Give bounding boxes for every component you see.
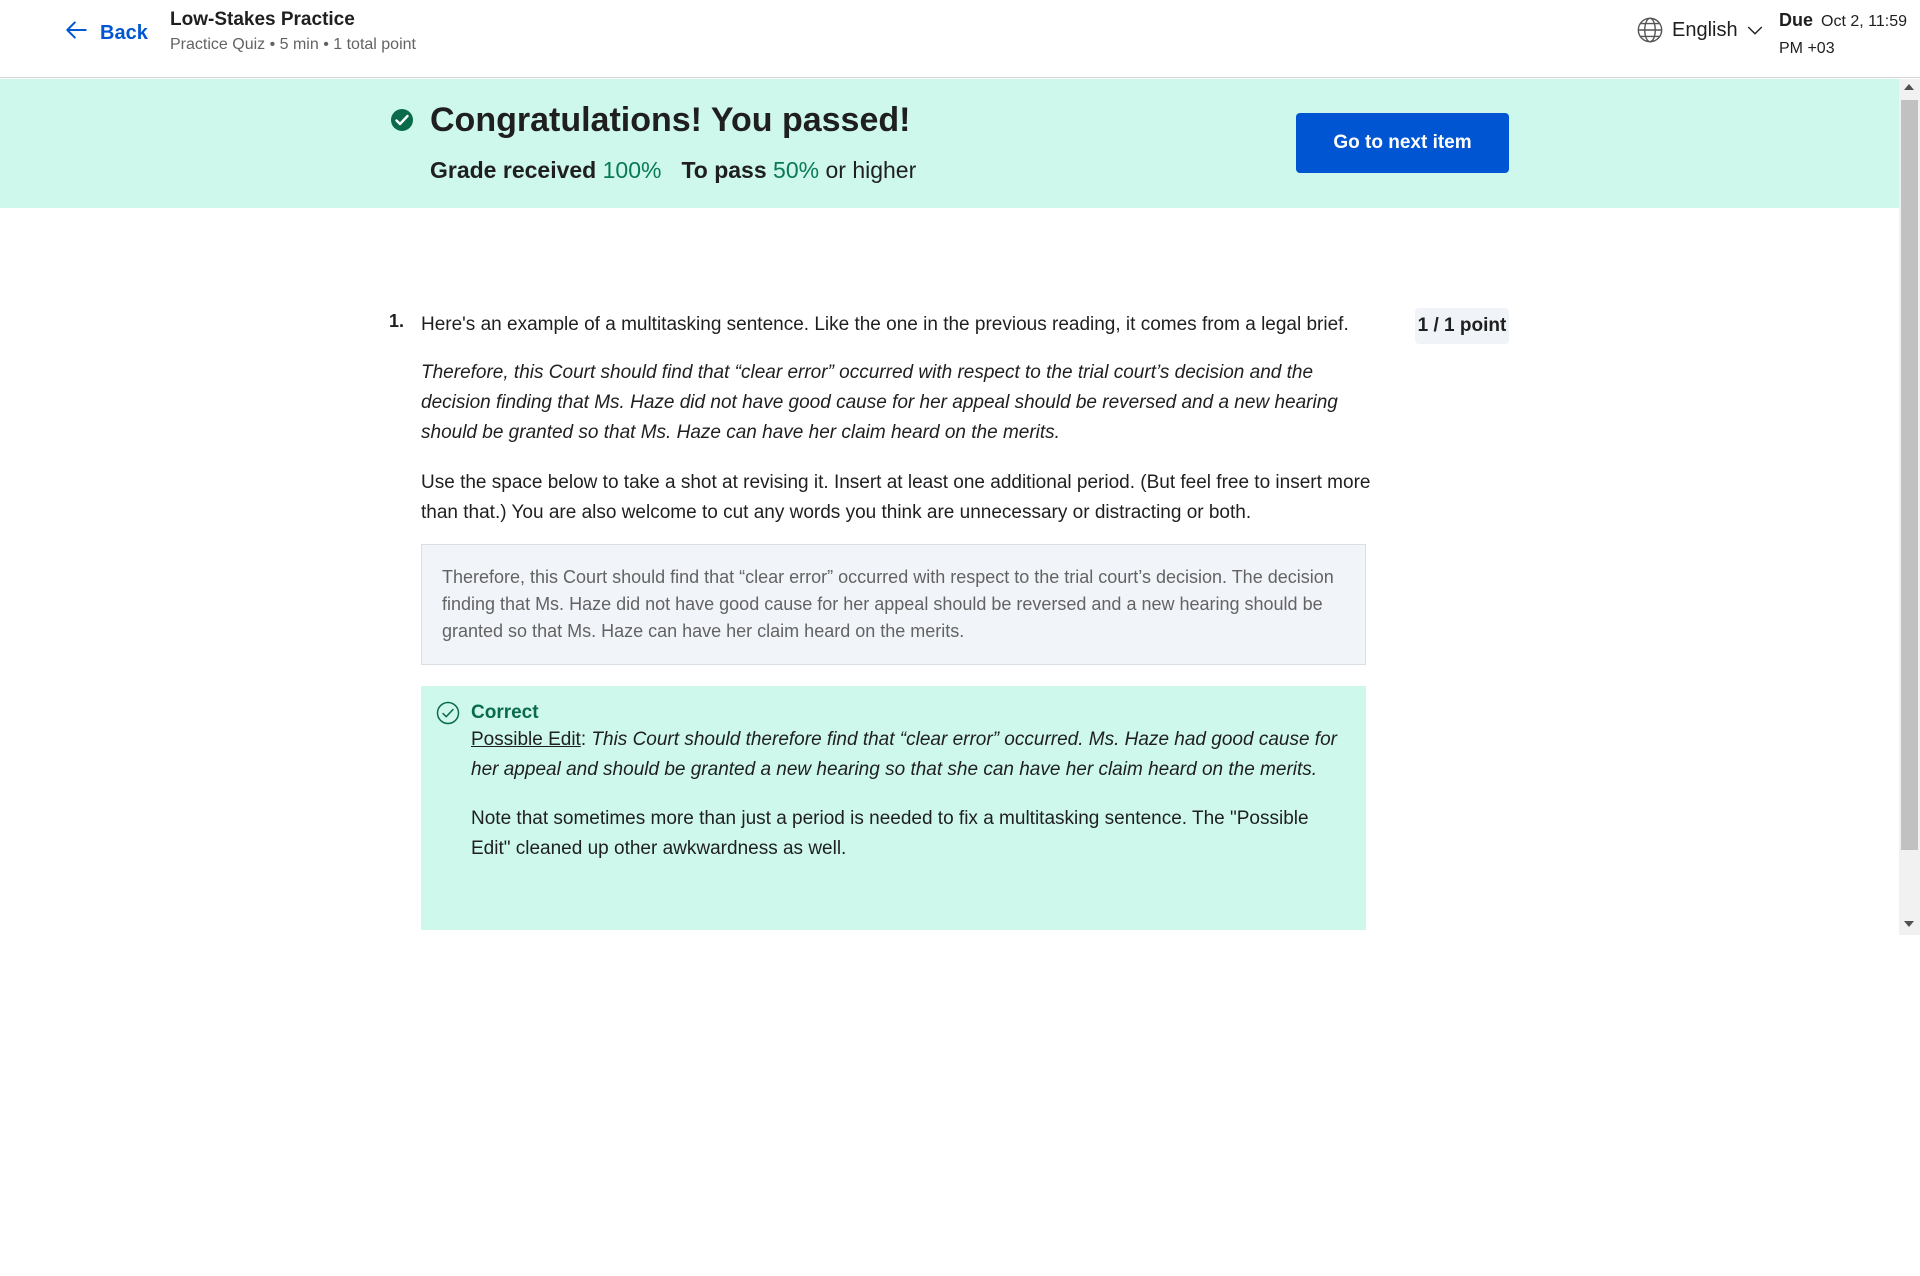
check-circle-outline-icon xyxy=(436,701,460,725)
pass-label: To pass xyxy=(681,157,767,183)
possible-edit-text: This Court should therefore find that “c… xyxy=(471,729,1337,780)
pass-banner xyxy=(0,79,1899,208)
scrollbar-thumb[interactable] xyxy=(1901,100,1918,850)
language-label: English xyxy=(1672,18,1738,41)
check-circle-filled-icon xyxy=(390,108,414,132)
question-number: 1. xyxy=(389,311,405,331)
pass-title: Congratulations! You passed! xyxy=(430,101,911,139)
top-header: Back Low-Stakes Practice Practice Quiz •… xyxy=(0,0,1920,78)
question-prompt: Here's an example of a multitasking sent… xyxy=(421,314,1349,335)
feedback-status: Correct xyxy=(471,702,539,723)
scroll-up-arrow[interactable] xyxy=(1904,84,1914,90)
due-date-line2: PM +03 xyxy=(1779,40,1835,57)
go-to-next-item-button[interactable]: Go to next item xyxy=(1296,113,1509,173)
scroll-down-arrow[interactable] xyxy=(1904,921,1914,927)
item-title-block: Low-Stakes Practice Practice Quiz • 5 mi… xyxy=(170,8,416,56)
answer-text-area[interactable]: Therefore, this Court should find that “… xyxy=(421,544,1366,665)
language-selector[interactable]: English xyxy=(1636,16,1764,44)
due-label: Due xyxy=(1779,10,1814,30)
example-sentence: Therefore, this Court should find that “… xyxy=(421,362,1338,443)
possible-edit: Possible Edit: This Court should therefo… xyxy=(471,729,1337,780)
back-button[interactable]: Back xyxy=(64,18,148,48)
pass-value: 50% xyxy=(773,157,820,183)
item-subtitle: Practice Quiz • 5 min • 1 total point xyxy=(170,36,416,53)
pass-suffix: or higher xyxy=(825,157,917,183)
globe-icon xyxy=(1636,16,1664,44)
chevron-down-icon xyxy=(1746,21,1764,39)
points-badge: 1 / 1 point xyxy=(1415,308,1509,344)
arrow-left-icon xyxy=(64,17,90,49)
due-date: Due Oct 2, 11:59 PM +03 xyxy=(1779,7,1914,62)
feedback-note: Note that sometimes more than just a per… xyxy=(471,808,1309,859)
back-label: Back xyxy=(100,21,148,44)
due-date-line1: Oct 2, 11:59 xyxy=(1821,13,1907,30)
grade-summary: Grade received 100% To pass 50% or higher xyxy=(430,154,916,186)
possible-edit-label: Possible Edit xyxy=(471,729,581,750)
grade-value: 100% xyxy=(602,157,662,183)
question-instructions: Use the space below to take a shot at re… xyxy=(421,472,1371,523)
item-title: Low-Stakes Practice xyxy=(170,9,355,30)
grade-label: Grade received xyxy=(430,157,597,183)
